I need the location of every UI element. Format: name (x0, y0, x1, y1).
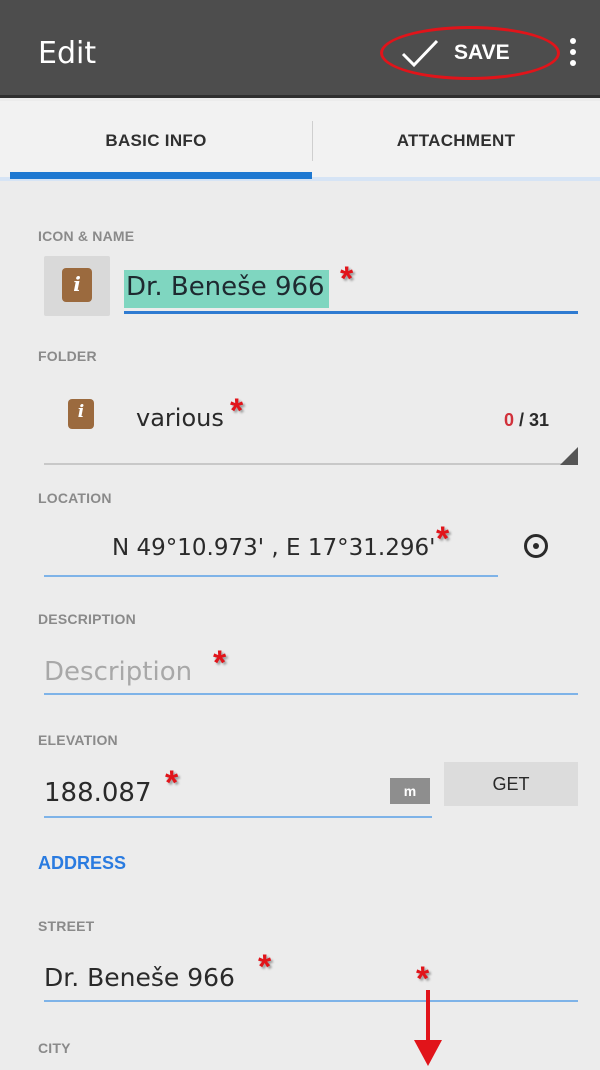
location-underline (44, 575, 498, 577)
annotation-star: * (258, 948, 272, 986)
annotation-arrow-head (414, 1040, 442, 1066)
street-underline (44, 1000, 578, 1002)
location-input[interactable]: N 49°10.973' , E 17°31.296' (112, 535, 435, 561)
description-underline (44, 693, 578, 695)
annotation-star: * (340, 260, 354, 298)
folder-label: FOLDER (38, 348, 97, 364)
overflow-menu-icon[interactable] (565, 38, 581, 70)
tab-basic-info[interactable]: BASIC INFO (0, 101, 312, 181)
dropdown-corner-icon (560, 447, 578, 465)
description-label: DESCRIPTION (38, 611, 136, 627)
annotation-arrow (426, 990, 430, 1045)
poi-icon-button[interactable]: i (44, 256, 110, 316)
city-label: CITY (38, 1040, 71, 1056)
name-input[interactable]: Dr. Beneše 966 (124, 270, 329, 308)
annotation-star: * (165, 764, 179, 802)
folder-count-total: 31 (529, 410, 550, 430)
folder-count: 0 / 31 (504, 410, 549, 431)
elevation-label: ELEVATION (38, 732, 118, 748)
elevation-underline (44, 816, 432, 818)
description-input[interactable]: Description (44, 657, 192, 687)
tab-active-indicator (10, 172, 312, 179)
save-label: SAVE (454, 41, 510, 64)
annotation-star: * (213, 644, 227, 682)
page-title: Edit (38, 36, 97, 71)
name-underline (124, 311, 578, 314)
folder-count-separator: / (514, 410, 530, 430)
elevation-unit-badge: m (390, 778, 430, 804)
folder-underline (44, 463, 578, 465)
info-poi-icon: i (62, 268, 92, 302)
icon-name-label: ICON & NAME (38, 228, 135, 244)
gps-target-icon[interactable] (524, 534, 548, 558)
street-input[interactable]: Dr. Beneše 966 (44, 963, 235, 992)
app-bar: Edit SAVE (0, 0, 600, 98)
elevation-input[interactable]: 188.087 (44, 778, 152, 808)
annotation-star: * (230, 392, 244, 430)
location-label: LOCATION (38, 490, 112, 506)
get-elevation-button[interactable]: GET (444, 762, 578, 806)
checkmark-icon (401, 39, 439, 68)
annotation-star: * (436, 520, 450, 558)
address-section-header: ADDRESS (38, 853, 127, 873)
folder-count-current: 0 (504, 410, 515, 430)
street-label: STREET (38, 918, 95, 934)
folder-value: various (136, 404, 224, 432)
tab-bar: BASIC INFO ATTACHMENT (0, 101, 600, 181)
save-button[interactable]: SAVE (400, 30, 550, 76)
tab-attachment[interactable]: ATTACHMENT (312, 101, 600, 181)
info-poi-icon: i (68, 399, 94, 429)
